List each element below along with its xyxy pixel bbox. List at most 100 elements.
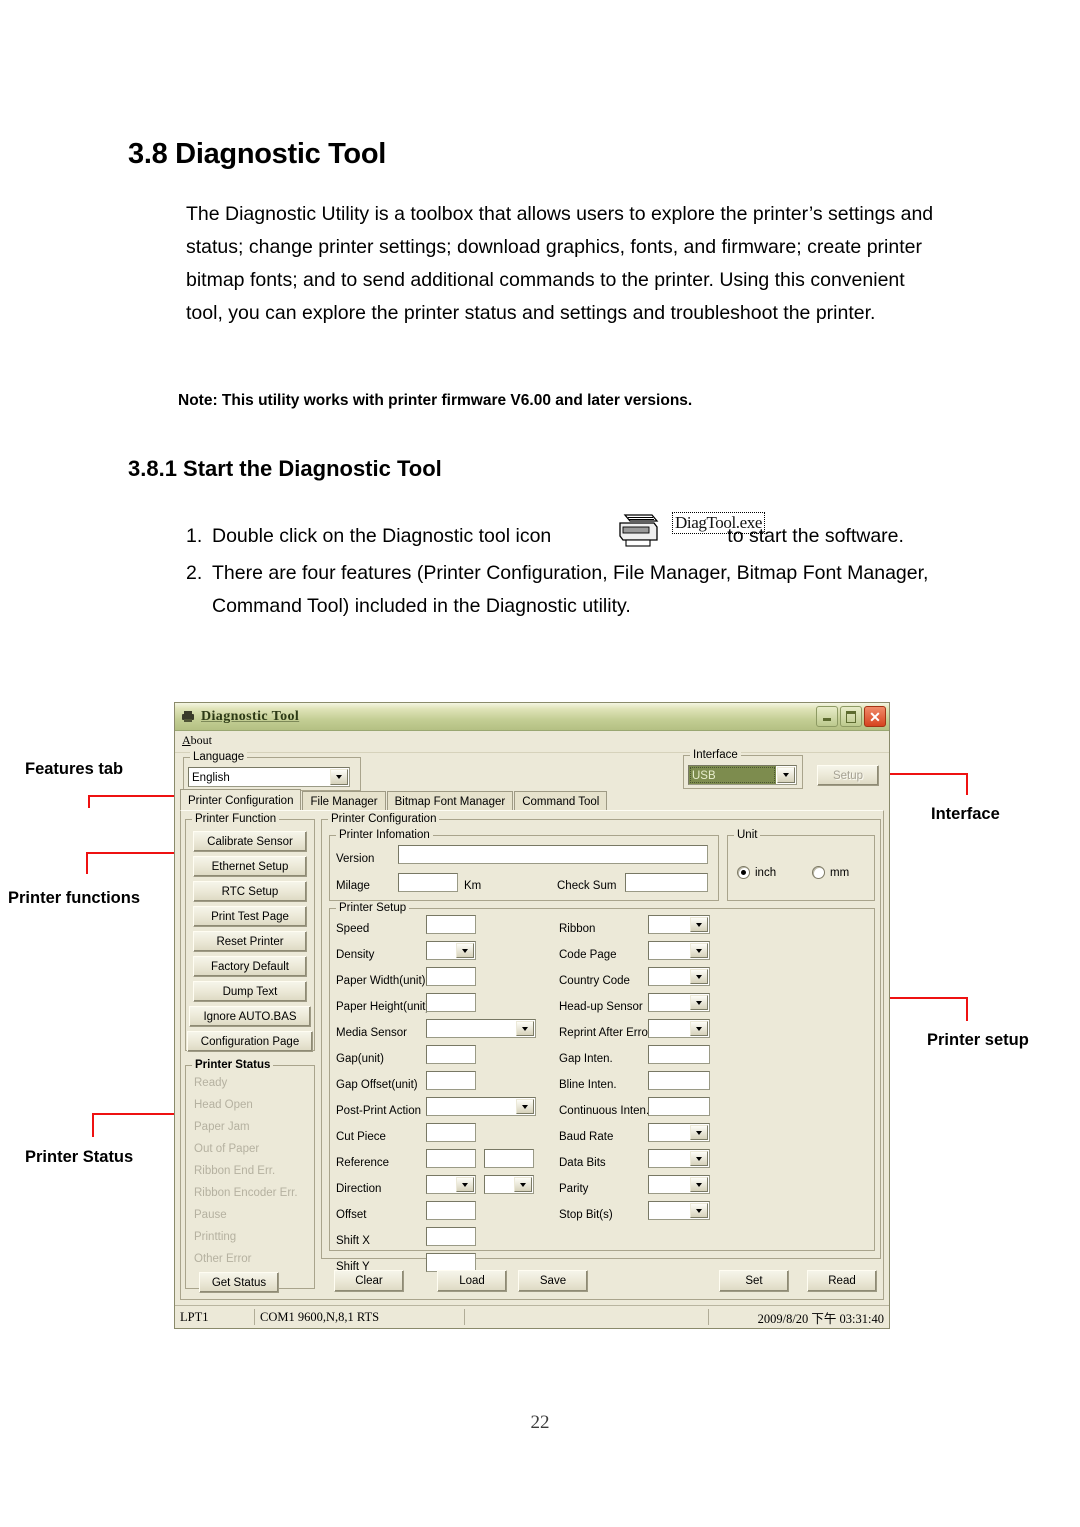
- stop-bits-label: Stop Bit(s): [559, 1209, 613, 1221]
- ribbon-select[interactable]: [648, 915, 710, 934]
- chevron-down-icon: [690, 1151, 708, 1166]
- maximize-button[interactable]: [840, 706, 862, 727]
- status-other-error: Other Error: [194, 1253, 252, 1265]
- ignore-autobas-button[interactable]: Ignore AUTO.BAS: [189, 1006, 311, 1027]
- media-sensor-label: Media Sensor: [336, 1027, 407, 1039]
- reference-field-2[interactable]: [484, 1149, 534, 1168]
- save-button[interactable]: Save: [518, 1270, 588, 1292]
- tab-printer-configuration[interactable]: Printer Configuration: [180, 789, 302, 811]
- code-page-select[interactable]: [648, 941, 710, 960]
- interface-group-caption: Interface: [690, 749, 741, 761]
- direction-select-1[interactable]: [426, 1175, 476, 1194]
- cut-piece-field[interactable]: [426, 1123, 476, 1142]
- list-item: 1. Double click on the Diagnostic tool i…: [186, 520, 956, 553]
- unit-radio-inch-label: inch: [755, 866, 777, 879]
- printer-function-caption: Printer Function: [192, 813, 280, 825]
- checksum-field[interactable]: [625, 873, 708, 892]
- post-print-action-select[interactable]: [426, 1097, 536, 1116]
- media-sensor-select[interactable]: [426, 1019, 536, 1038]
- status-ribbon-encoder-err: Ribbon Encoder Err.: [194, 1187, 298, 1199]
- printer-information-caption: Printer Infomation: [336, 829, 433, 841]
- data-bits-select[interactable]: [648, 1149, 710, 1168]
- bline-inten-field[interactable]: [648, 1071, 710, 1090]
- configuration-page-button[interactable]: Configuration Page: [187, 1031, 313, 1052]
- head-up-sensor-label: Head-up Sensor: [559, 1001, 643, 1013]
- rtc-setup-button[interactable]: RTC Setup: [193, 881, 307, 902]
- interface-select[interactable]: USB: [688, 765, 797, 785]
- print-test-page-button[interactable]: Print Test Page: [193, 906, 307, 927]
- tab-command-tool[interactable]: Command Tool: [514, 791, 608, 811]
- status-printting: Printting: [194, 1231, 237, 1243]
- factory-default-button[interactable]: Factory Default: [193, 956, 307, 977]
- window-titlebar: Diagnostic Tool ✕: [175, 703, 889, 731]
- stop-bits-select[interactable]: [648, 1201, 710, 1220]
- paper-width-field[interactable]: [426, 967, 476, 986]
- clear-button[interactable]: Clear: [334, 1270, 404, 1292]
- tab-bitmap-font-manager[interactable]: Bitmap Font Manager: [386, 791, 514, 811]
- menu-bar: About: [175, 731, 889, 753]
- parity-select[interactable]: [648, 1175, 710, 1194]
- menu-item-about[interactable]: About: [182, 733, 212, 747]
- status-ribbon-end-err: Ribbon End Err.: [194, 1165, 276, 1177]
- gap-field[interactable]: [426, 1045, 476, 1064]
- load-button[interactable]: Load: [437, 1270, 507, 1292]
- statusbar-comsettings: COM1 9600,N,8,1 RTS: [255, 1309, 465, 1325]
- unit-radio-inch[interactable]: inch: [737, 866, 776, 879]
- unit-caption: Unit: [734, 829, 761, 841]
- set-button[interactable]: Set: [719, 1270, 789, 1292]
- head-up-sensor-select[interactable]: [648, 993, 710, 1012]
- status-out-of-paper: Out of Paper: [194, 1143, 260, 1155]
- direction-select-2[interactable]: [484, 1175, 534, 1194]
- status-ready: Ready: [194, 1077, 228, 1089]
- radio-icon: [812, 866, 825, 879]
- baud-rate-select[interactable]: [648, 1123, 710, 1142]
- version-field[interactable]: [398, 845, 708, 864]
- close-icon: ✕: [869, 708, 881, 725]
- density-select[interactable]: [426, 941, 476, 960]
- list-item-text: There are four features (Printer Configu…: [212, 562, 929, 617]
- bline-inten-label: Bline Inten.: [559, 1079, 617, 1091]
- gap-inten-field[interactable]: [648, 1045, 710, 1064]
- unit-radio-mm[interactable]: mm: [812, 866, 849, 879]
- dump-text-button[interactable]: Dump Text: [193, 981, 307, 1002]
- country-code-select[interactable]: [648, 967, 710, 986]
- diagtool-exe-label: DiagTool.exe: [672, 512, 766, 534]
- app-printer-icon: [182, 711, 194, 722]
- code-page-label: Code Page: [559, 949, 617, 961]
- ethernet-setup-button[interactable]: Ethernet Setup: [193, 856, 307, 877]
- list-item-number: 1.: [186, 525, 203, 547]
- minimize-button[interactable]: [816, 706, 838, 727]
- media-sensor-value: [427, 1020, 515, 1037]
- close-button[interactable]: ✕: [864, 706, 886, 727]
- language-select[interactable]: English: [188, 767, 350, 787]
- chevron-down-icon: [514, 1177, 532, 1192]
- printer-icon: [619, 514, 659, 547]
- calibrate-sensor-button[interactable]: Calibrate Sensor: [193, 831, 307, 852]
- annotation-printer-status: Printer Status: [25, 1148, 134, 1166]
- paper-height-label: Paper Height(unit): [336, 1001, 430, 1013]
- printer-configuration-panel: Printer Function Calibrate Sensor Ethern…: [180, 810, 884, 1300]
- get-status-button[interactable]: Get Status: [199, 1272, 279, 1293]
- direction-label: Direction: [336, 1183, 382, 1195]
- gap-offset-field[interactable]: [426, 1071, 476, 1090]
- paper-height-field[interactable]: [426, 993, 476, 1012]
- interface-setup-button[interactable]: Setup: [817, 765, 879, 786]
- parity-label: Parity: [559, 1183, 589, 1195]
- read-button[interactable]: Read: [807, 1270, 877, 1292]
- intro-paragraph: The Diagnostic Utility is a toolbox that…: [186, 203, 934, 324]
- cut-piece-label: Cut Piece: [336, 1131, 386, 1143]
- offset-field[interactable]: [426, 1201, 476, 1220]
- reset-printer-button[interactable]: Reset Printer: [193, 931, 307, 952]
- continuous-inten-field[interactable]: [648, 1097, 710, 1116]
- shift-x-field[interactable]: [426, 1227, 476, 1246]
- milage-field[interactable]: [398, 873, 458, 892]
- annotation-interface: Interface: [931, 805, 1000, 823]
- reference-field-1[interactable]: [426, 1149, 476, 1168]
- page-title: 3.8 Diagnostic Tool: [128, 138, 387, 170]
- continuous-inten-label: Continuous Inten.: [559, 1105, 650, 1117]
- diagnostic-tool-window: Diagnostic Tool ✕ About Language English…: [174, 702, 890, 1329]
- tab-file-manager[interactable]: File Manager: [302, 791, 386, 811]
- speed-label: Speed: [336, 923, 370, 935]
- reprint-after-error-select[interactable]: [648, 1019, 710, 1038]
- speed-field[interactable]: [426, 915, 476, 934]
